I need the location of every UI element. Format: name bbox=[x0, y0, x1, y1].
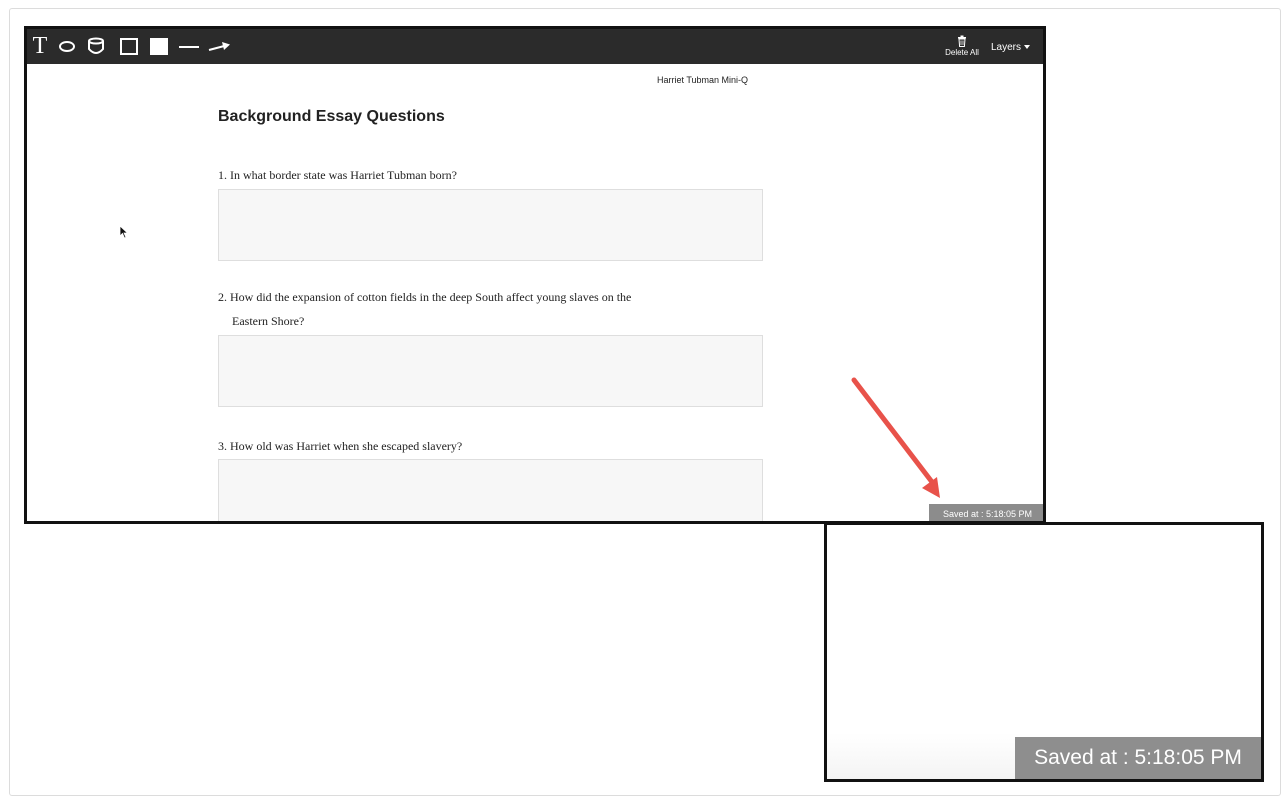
arrow-tool-icon[interactable] bbox=[207, 29, 233, 64]
line-tool-icon[interactable] bbox=[178, 29, 200, 64]
document-header: Harriet Tubman Mini-Q bbox=[657, 75, 749, 85]
rectangle-tool-icon[interactable] bbox=[118, 29, 140, 64]
question-2-continuation: Eastern Shore? bbox=[232, 314, 305, 328]
filled-rectangle-tool-icon[interactable] bbox=[148, 29, 170, 64]
saved-status-badge-zoomed: Saved at : 5:18:05 PM bbox=[1015, 737, 1261, 779]
delete-all-button[interactable]: Delete All bbox=[939, 35, 985, 63]
page-title: Background Essay Questions bbox=[218, 108, 445, 125]
answer-box-3[interactable] bbox=[218, 459, 763, 521]
caret-down-icon bbox=[1024, 45, 1031, 49]
annotation-arrow-icon bbox=[851, 377, 940, 498]
zoom-inset: Saved at : 5:18:05 PM bbox=[824, 522, 1264, 782]
text-tool-icon[interactable]: T bbox=[29, 29, 51, 64]
question-2: 2. How did the expansion of cotton field… bbox=[218, 290, 632, 304]
cylinder-tool-icon[interactable] bbox=[86, 29, 106, 64]
layers-label: Layers bbox=[991, 41, 1022, 53]
delete-all-label: Delete All bbox=[945, 48, 979, 57]
layers-dropdown[interactable]: Layers bbox=[991, 39, 1031, 55]
answer-box-2[interactable] bbox=[218, 335, 763, 407]
mouse-pointer-icon bbox=[119, 225, 129, 239]
question-3: 3. How old was Harriet when she escaped … bbox=[218, 439, 463, 453]
ellipse-tool-icon[interactable] bbox=[57, 29, 77, 64]
drawing-toolbar: T Delete All Layers bbox=[27, 29, 1043, 64]
answer-box-1[interactable] bbox=[218, 189, 763, 261]
question-1: 1. In what border state was Harriet Tubm… bbox=[218, 168, 457, 182]
trash-icon bbox=[958, 35, 966, 47]
